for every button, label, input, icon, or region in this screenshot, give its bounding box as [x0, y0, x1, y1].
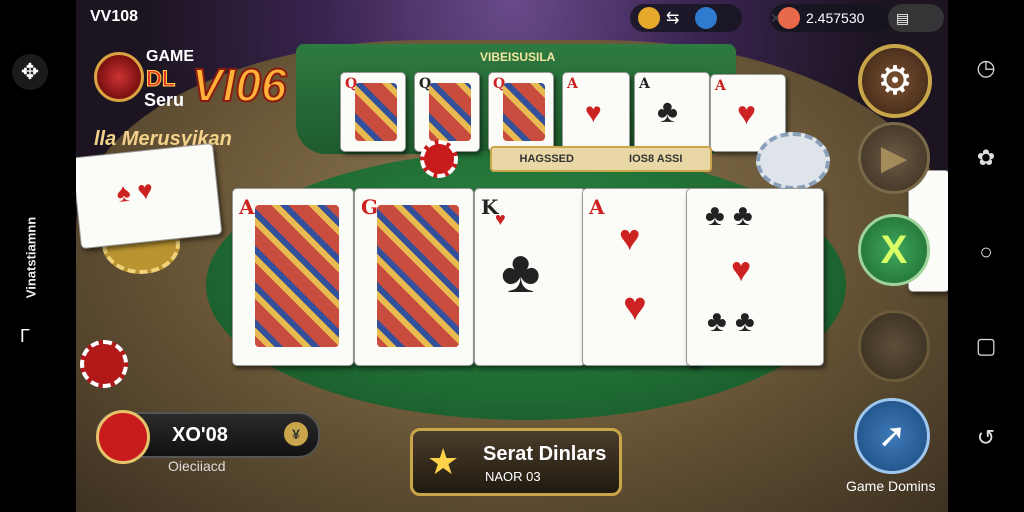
card-rank: A: [715, 78, 726, 94]
action-button-sublabel: NAOR 03: [485, 469, 541, 484]
club-icon: ♣: [501, 238, 541, 305]
top-card-1[interactable]: Q: [340, 72, 406, 152]
club-icon: ♣: [657, 93, 678, 129]
main-card-5[interactable]: ♣ ♣ ♥ ♣ ♣: [686, 188, 824, 366]
spade-icon: ♠ ♥: [114, 174, 155, 209]
corner-glyph: Γ: [20, 326, 30, 346]
empty-slot-button[interactable]: [858, 310, 930, 382]
card-rank: A: [567, 76, 578, 92]
club-icon: ♣ ♣: [705, 199, 753, 232]
game-logo: GAME DL Seru VI06: [94, 48, 304, 118]
heart-icon: ♥: [737, 95, 756, 131]
card-face: [255, 205, 339, 347]
logo-badge: [94, 52, 144, 102]
balance-coin-icon: [778, 7, 800, 29]
shuffle-icon[interactable]: ⇆: [666, 8, 679, 28]
clock-icon[interactable]: ◷: [972, 54, 1000, 82]
heart-icon: ♥: [623, 285, 647, 329]
card-rank: A: [589, 195, 605, 219]
card-rank: G: [361, 195, 379, 219]
card-face: [377, 205, 459, 347]
top-cards-title: VIBEISUSILA: [480, 50, 556, 64]
club-icon: ♣ ♣: [707, 305, 755, 338]
top-card-3[interactable]: Q: [488, 72, 554, 152]
top-card-2[interactable]: Q: [414, 72, 480, 152]
main-card-3[interactable]: K ♣ ♥: [474, 188, 586, 366]
star-icon: ★: [427, 441, 460, 482]
main-card-2[interactable]: G: [354, 188, 474, 366]
card-face: [355, 83, 397, 141]
card-rank: A: [239, 195, 255, 219]
settings-gear-icon[interactable]: ⚙: [858, 44, 932, 118]
chip-stack: [756, 132, 830, 190]
vertical-label: Vinatstiamnn: [23, 216, 39, 299]
main-card-1[interactable]: A: [232, 188, 354, 366]
right-system-bar: ◷ ✿ ○ ▢ ↺: [948, 0, 1024, 512]
balance-value: 2.457530: [806, 10, 865, 26]
home-circle-icon[interactable]: ○: [972, 238, 1000, 266]
heart-icon: ♥: [731, 251, 752, 289]
player-panel: XO'08 ¥: [96, 410, 320, 464]
screen: ✥ Vinatstiamnn Γ VV108 ⇆ ✕ 2.457530 ▤ GA…: [0, 0, 1024, 512]
play-icon[interactable]: ▶: [858, 122, 930, 194]
heart-icon: ♥: [619, 217, 641, 258]
card-face: [503, 83, 545, 141]
side-card-stack: ♠ ♥: [76, 142, 223, 250]
puzzle-icon[interactable]: ✥: [12, 54, 48, 90]
left-system-bar: ✥ Vinatstiamnn Γ: [0, 0, 76, 512]
info-bar-left: HAGSSED: [519, 153, 574, 165]
action-button-label: Serat Dinlars: [483, 443, 607, 465]
hud-menu[interactable]: ▤: [888, 4, 944, 32]
logo-seru-text: Seru: [144, 90, 185, 110]
puzzle-icon[interactable]: ✿: [972, 144, 1000, 172]
globe-icon[interactable]: [695, 7, 718, 29]
red-chip-stack: [80, 340, 128, 388]
card-stack-icon[interactable]: ▤: [896, 10, 909, 27]
back-icon[interactable]: ↺: [972, 424, 1000, 452]
info-bar: HAGSSED IOS8 ASSI: [490, 146, 712, 172]
coin-icon[interactable]: ¥: [284, 422, 308, 446]
card-face: [429, 83, 471, 141]
top-card-4[interactable]: A ♥: [562, 72, 630, 152]
game-domins-icon[interactable]: ➚: [854, 398, 930, 474]
player-name: Oieciiacd: [168, 458, 226, 474]
start-action-button[interactable]: ★ Serat Dinlars NAOR 03: [410, 428, 622, 496]
coin-icon[interactable]: [638, 7, 660, 29]
card-rank: A: [639, 76, 650, 92]
hud-icons-left: ⇆: [630, 4, 742, 32]
logo-brand-text: VI06: [191, 58, 288, 112]
x-close-icon[interactable]: X: [858, 214, 930, 286]
info-bar-right: IOS8 ASSI: [629, 153, 683, 165]
logo-game-text: GAME: [146, 48, 194, 65]
game-scene: VV108 ⇆ ✕ 2.457530 ▤ GAME DL Seru VI06 l…: [76, 0, 948, 512]
heart-icon: ♥: [585, 97, 602, 128]
avatar[interactable]: [96, 410, 150, 464]
logo-dl-text: DL: [145, 66, 176, 92]
heart-icon: ♥: [495, 209, 506, 229]
main-card-4[interactable]: A ♥ ♥: [582, 188, 702, 366]
red-chip: [420, 140, 458, 178]
version-label: VV108: [90, 8, 139, 25]
recents-square-icon[interactable]: ▢: [972, 332, 1000, 360]
game-domins-label: Game Domins: [846, 478, 936, 494]
player-score: XO'08: [172, 424, 228, 446]
top-card-5[interactable]: A ♣: [634, 72, 710, 152]
hud-balance: 2.457530: [770, 4, 890, 32]
